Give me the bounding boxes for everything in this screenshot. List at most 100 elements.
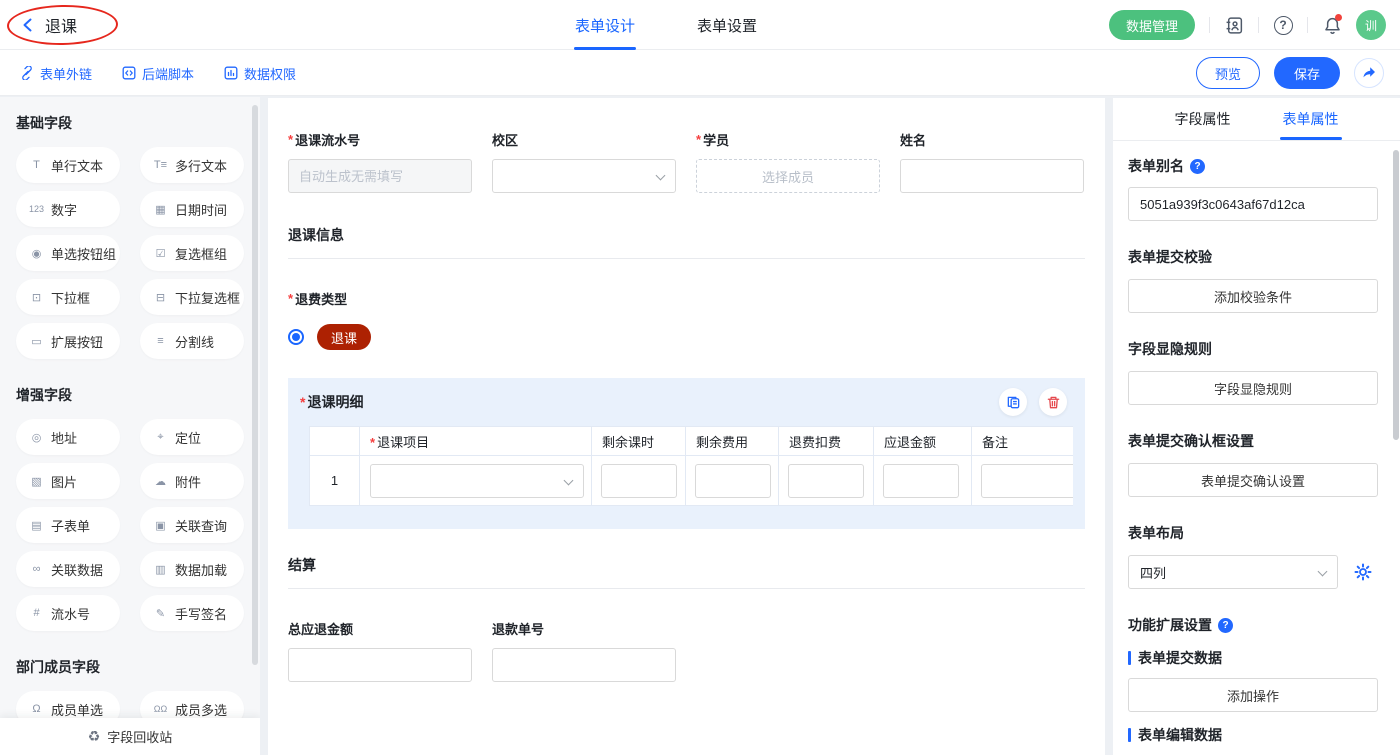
blue-bar xyxy=(1128,651,1131,665)
field-item-attachment[interactable]: ☁附件 xyxy=(140,463,244,499)
relation-query-icon: ▣ xyxy=(153,519,168,532)
submit-confirm-button[interactable]: 表单提交确认设置 xyxy=(1128,463,1378,497)
field-item-data-load[interactable]: ▥数据加载 xyxy=(140,551,244,587)
subtable-scroll-area[interactable]: *退课项目 剩余课时 剩余费用 退费扣费 应退金额 备注 1 xyxy=(309,426,1073,506)
form-alias-label-text: 表单别名 xyxy=(1128,156,1184,176)
refund-amount-input[interactable] xyxy=(883,464,959,498)
add-validation-button[interactable]: 添加校验条件 xyxy=(1128,279,1378,313)
required-mark: * xyxy=(370,435,375,450)
field-item-subform[interactable]: ▤子表单 xyxy=(16,507,120,543)
subtable-title: * 退课明细 xyxy=(300,392,363,412)
refund-order-no-input[interactable] xyxy=(492,648,676,682)
field-item-divider-line[interactable]: ≡分割线 xyxy=(140,323,244,359)
notification-bell-icon[interactable] xyxy=(1322,15,1342,35)
field-refund-order-no[interactable]: 退款单号 xyxy=(492,619,676,682)
field-item-label: 分割线 xyxy=(175,332,214,351)
field-recycle-bin[interactable]: ♻ 字段回收站 xyxy=(0,718,260,755)
field-item-multi-line-text[interactable]: T≡多行文本 xyxy=(140,147,244,183)
refund-item-select[interactable] xyxy=(370,464,584,498)
field-refund-serial[interactable]: *退课流水号 xyxy=(288,130,472,193)
tab-field-properties[interactable]: 字段属性 xyxy=(1175,98,1231,140)
toolbar-links: 表单外链 后端脚本 数据权限 xyxy=(20,50,296,96)
section-enhanced-fields-title: 增强字段 xyxy=(16,385,244,405)
field-label: 姓名 xyxy=(900,130,1084,149)
preview-button[interactable]: 预览 xyxy=(1196,57,1260,89)
field-item-relation-data[interactable]: ∞关联数据 xyxy=(16,551,120,587)
field-name[interactable]: 姓名 xyxy=(900,130,1084,193)
field-item-address[interactable]: ◎地址 xyxy=(16,419,120,455)
avatar[interactable]: 训 xyxy=(1356,10,1386,40)
chevron-down-icon xyxy=(1318,567,1328,577)
refund-deduction-input[interactable] xyxy=(788,464,864,498)
backend-script-button[interactable]: 后端脚本 xyxy=(122,64,194,83)
external-link-button[interactable]: 表单外链 xyxy=(20,64,92,83)
share-button[interactable] xyxy=(1354,58,1384,88)
enhanced-fields-grid: ◎地址 ⌖定位 ▧图片 ☁附件 ▤子表单 ▣关联查询 ∞关联数据 ▥数据加载 #… xyxy=(16,419,244,631)
data-load-icon: ▥ xyxy=(153,563,168,576)
field-item-serial-number[interactable]: #流水号 xyxy=(16,595,120,631)
data-manage-button[interactable]: 数据管理 xyxy=(1109,10,1195,40)
field-item-number[interactable]: 123数字 xyxy=(16,191,120,227)
field-item-locate[interactable]: ⌖定位 xyxy=(140,419,244,455)
col-label: 退费扣费 xyxy=(789,435,841,450)
tab-form-settings[interactable]: 表单设置 xyxy=(697,0,757,50)
field-item-dropdown[interactable]: ⊡下拉框 xyxy=(16,279,120,315)
field-item-multi-dropdown[interactable]: ⊟下拉复选框 xyxy=(140,279,244,315)
row-number-cell: 1 xyxy=(310,456,360,506)
col-refund-amount: 应退金额 xyxy=(874,427,972,456)
help-icon[interactable]: ? xyxy=(1273,15,1293,35)
layout-settings-button[interactable] xyxy=(1348,557,1378,587)
refund-type-radio-selected[interactable] xyxy=(288,329,304,345)
field-item-image[interactable]: ▧图片 xyxy=(16,463,120,499)
alias-help-icon[interactable]: ? xyxy=(1190,159,1205,174)
name-input[interactable] xyxy=(900,159,1084,193)
field-item-checkbox-group[interactable]: ☑复选框组 xyxy=(140,235,244,271)
extension-help-icon[interactable]: ? xyxy=(1218,618,1233,633)
field-campus[interactable]: 校区 xyxy=(492,130,676,193)
refund-serial-input[interactable] xyxy=(288,159,472,193)
tab-form-design[interactable]: 表单设计 xyxy=(575,0,635,50)
submit-validation-label: 表单提交校验 xyxy=(1128,247,1378,267)
data-permission-label: 数据权限 xyxy=(244,64,296,83)
field-visibility-button[interactable]: 字段显隐规则 xyxy=(1128,371,1378,405)
remark-input[interactable] xyxy=(981,464,1073,498)
copy-field-button[interactable] xyxy=(999,388,1027,416)
field-item-relation-query[interactable]: ▣关联查询 xyxy=(140,507,244,543)
contact-book-icon[interactable] xyxy=(1224,15,1244,35)
student-member-picker[interactable]: 选择成员 xyxy=(696,159,880,193)
sidebar-scrollbar[interactable] xyxy=(252,105,258,665)
remaining-hours-input[interactable] xyxy=(601,464,677,498)
back-nav[interactable]: 退课 xyxy=(20,0,77,50)
total-refund-input[interactable] xyxy=(288,648,472,682)
signature-pen-icon: ✎ xyxy=(153,607,168,620)
field-item-datetime[interactable]: ▦日期时间 xyxy=(140,191,244,227)
submit-data-add-action-button[interactable]: 添加操作 xyxy=(1128,678,1378,712)
remark-cell xyxy=(972,456,1074,506)
field-student[interactable]: *学员 选择成员 xyxy=(696,130,880,193)
field-item-label: 地址 xyxy=(51,428,77,447)
panel-scrollbar[interactable] xyxy=(1393,150,1399,440)
external-link-label: 表单外链 xyxy=(40,64,92,83)
remaining-fee-input[interactable] xyxy=(695,464,771,498)
col-refund-deduction: 退费扣费 xyxy=(779,427,874,456)
field-item-single-line-text[interactable]: T单行文本 xyxy=(16,147,120,183)
field-item-radio-group[interactable]: ◉单选按钮组 xyxy=(16,235,120,271)
col-label: 剩余课时 xyxy=(602,435,654,450)
form-alias-input[interactable] xyxy=(1128,187,1378,221)
save-button[interactable]: 保存 xyxy=(1274,57,1340,89)
notification-dot xyxy=(1335,14,1342,21)
tab-form-properties[interactable]: 表单属性 xyxy=(1283,98,1339,140)
field-total-refund[interactable]: 总应退金额 xyxy=(288,619,472,682)
header-right: 数据管理 ? 训 xyxy=(1109,0,1386,50)
field-label: *退课流水号 xyxy=(288,130,472,149)
delete-field-button[interactable] xyxy=(1039,388,1067,416)
refund-deduction-cell xyxy=(779,456,874,506)
field-item-signature[interactable]: ✎手写签名 xyxy=(140,595,244,631)
form-layout-select[interactable]: 四列 xyxy=(1128,555,1338,589)
edit-data-label: 表单编辑数据 xyxy=(1138,725,1222,745)
field-item-extend-button[interactable]: ▭扩展按钮 xyxy=(16,323,120,359)
col-refund-item: *退课项目 xyxy=(360,427,592,456)
member-multi-icon: ΩΩ xyxy=(153,704,168,714)
campus-select[interactable] xyxy=(492,159,676,193)
data-permission-button[interactable]: 数据权限 xyxy=(224,64,296,83)
